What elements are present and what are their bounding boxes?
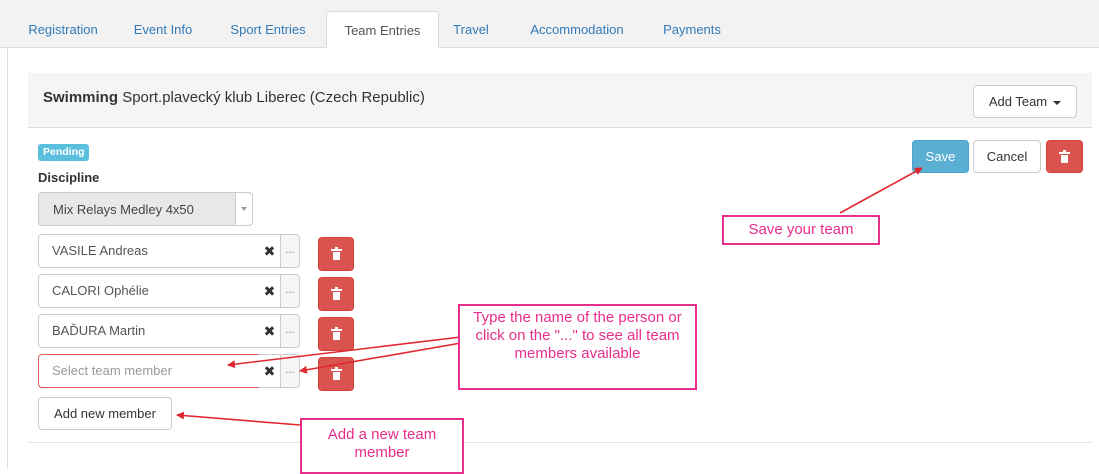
save-callout: Save your team: [722, 215, 880, 245]
add-member-callout: Add a new team member: [300, 418, 464, 474]
annotation-arrows: [176, 167, 923, 426]
arrow-to-save: [839, 167, 923, 214]
arrow-to-add-member: [176, 411, 301, 426]
arrow-to-member-input: [227, 336, 462, 369]
type-name-callout: Type the name of the person or click on …: [458, 304, 697, 390]
